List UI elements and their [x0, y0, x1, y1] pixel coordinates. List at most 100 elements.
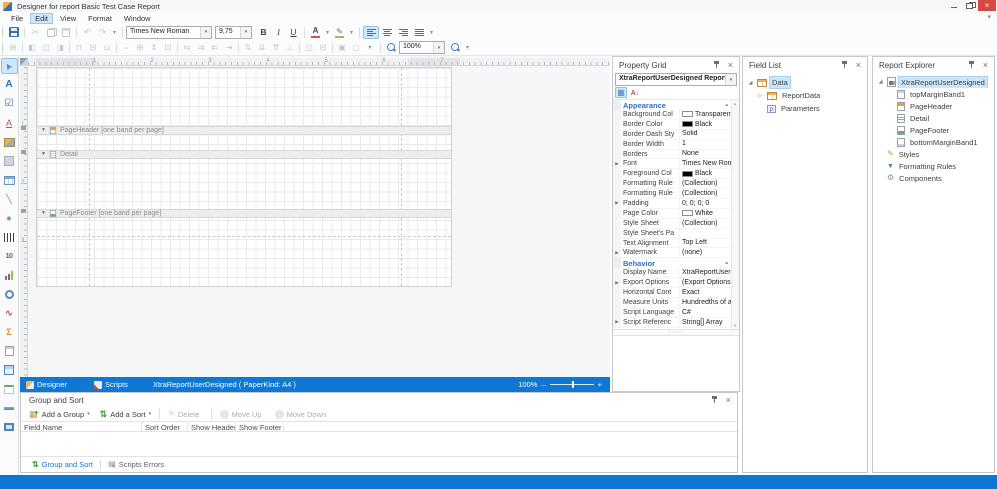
property-row[interactable]: Page Color White	[613, 209, 731, 219]
twisty-icon[interactable]: ◢	[747, 80, 754, 86]
property-value[interactable]: String[] Array	[679, 318, 731, 327]
property-value[interactable]: Solid	[679, 130, 731, 139]
close-icon[interactable]	[728, 61, 733, 70]
expand-icon[interactable]: ▶	[615, 161, 618, 167]
page-break-tool[interactable]	[1, 381, 18, 397]
toolbar-separator[interactable]	[211, 409, 212, 419]
align-centers[interactable]	[39, 41, 53, 54]
tree-item[interactable]: ▷ ReportData	[743, 89, 867, 102]
label-tool[interactable]	[1, 77, 18, 93]
separator[interactable]	[116, 42, 117, 53]
collapse-band-icon[interactable]: ▼	[41, 128, 46, 133]
property-row[interactable]: Script Language C#	[613, 308, 731, 318]
menu-item[interactable]: View	[55, 13, 81, 24]
tree-item[interactable]: Styles	[873, 148, 994, 160]
tree-item[interactable]: ◢ XtraReportUserDesigned	[873, 76, 994, 88]
zoom-minus-button[interactable]: –	[541, 380, 545, 389]
toolbar-grip[interactable]	[2, 42, 3, 54]
property-value[interactable]: (Collection)	[679, 189, 731, 198]
zoom-combo-dropdown[interactable]	[433, 42, 444, 53]
bar-separator[interactable]	[73, 377, 88, 392]
property-value[interactable]: (none)	[679, 248, 731, 257]
align-to-grid[interactable]	[6, 41, 20, 54]
undo-redo-dropdown[interactable]	[110, 25, 119, 39]
column-header[interactable]: Show Footer	[236, 422, 284, 431]
separator[interactable]	[22, 42, 23, 53]
property-row[interactable]: Border Color Black	[613, 120, 731, 130]
v-spacing-increase[interactable]	[255, 41, 269, 54]
property-row[interactable]: Border Width 1	[613, 140, 731, 150]
property-value[interactable]: C#	[679, 308, 731, 317]
pin-icon[interactable]	[841, 61, 848, 69]
separator[interactable]	[177, 42, 178, 53]
restore-button[interactable]	[962, 0, 978, 11]
align-bottoms[interactable]	[100, 41, 114, 54]
toolbar-separator[interactable]	[159, 409, 160, 419]
tab-group-and-sort[interactable]: Group and Sort	[27, 460, 98, 469]
detail-band-header[interactable]: ▼ Detail	[37, 150, 451, 159]
separator[interactable]	[332, 42, 333, 53]
horizontal-ruler[interactable]: 1234567	[28, 58, 610, 66]
delete-button[interactable]: Delete	[164, 408, 206, 420]
expand-icon[interactable]: ▶	[615, 280, 618, 286]
align-right-button[interactable]	[395, 26, 411, 39]
cross-band-box-tool[interactable]	[1, 419, 18, 435]
h-spacing-remove[interactable]	[222, 41, 236, 54]
font-name-dropdown[interactable]	[200, 27, 211, 38]
collapse-band-icon[interactable]: ▼	[41, 152, 46, 157]
copy-button[interactable]	[43, 25, 58, 39]
zip-code-tool[interactable]	[1, 248, 18, 264]
close-icon[interactable]	[726, 396, 731, 405]
align-left-button[interactable]	[363, 26, 379, 39]
menu-item[interactable]: Edit	[30, 13, 53, 24]
gauge-tool[interactable]	[1, 286, 18, 302]
sparkline-tool[interactable]	[1, 305, 18, 321]
expand-icon[interactable]: ▶	[615, 250, 618, 256]
align-center-button[interactable]	[379, 26, 395, 39]
zoom-in-button[interactable]	[448, 41, 463, 55]
collapse-icon[interactable]	[725, 260, 728, 266]
pageheader-band-header[interactable]: ▼ PageHeader [one band per page]	[37, 126, 451, 135]
twisty-icon[interactable]: ▷	[757, 93, 764, 99]
property-value[interactable]: (Collection)	[679, 179, 731, 188]
tree-item[interactable]: Parameters	[743, 102, 867, 115]
property-value[interactable]: None	[679, 150, 731, 159]
alphabetical-sort-button[interactable]	[629, 87, 641, 98]
zoom-slider[interactable]	[550, 384, 594, 385]
highlight-color-dropdown[interactable]	[347, 25, 356, 39]
selected-object-combo[interactable]: XtraReportUserDesigned Report	[615, 73, 737, 86]
collapse-band-icon[interactable]: ▼	[41, 211, 46, 216]
property-row[interactable]: ▶ Font Times New Roman;...	[613, 159, 731, 169]
property-value[interactable]: Top Left	[679, 239, 731, 248]
column-header[interactable]: Sort Order	[142, 422, 188, 431]
italic-button[interactable]: I	[271, 25, 286, 39]
font-color-button[interactable]: A	[308, 25, 323, 39]
menu-item[interactable]: Window	[119, 13, 156, 24]
property-value[interactable]: Black	[679, 120, 731, 129]
tree-item[interactable]: bottomMarginBand1	[873, 136, 994, 148]
tree-item[interactable]: PageHeader	[873, 100, 994, 112]
center-vertically[interactable]	[316, 41, 330, 54]
pin-icon[interactable]	[713, 61, 720, 69]
align-justify-button[interactable]	[411, 26, 427, 39]
group-sort-empty-list[interactable]	[21, 432, 737, 457]
tree-item[interactable]: Detail	[873, 112, 994, 124]
property-value[interactable]: 1	[679, 140, 731, 149]
tree-item[interactable]: Components	[873, 172, 994, 184]
align-lefts[interactable]	[25, 41, 39, 54]
menu-item[interactable]: File	[6, 13, 28, 24]
pin-icon[interactable]	[711, 396, 718, 404]
menu-overflow-chevron-icon[interactable]	[987, 13, 991, 21]
property-row[interactable]: Formatting Rule (Collection)	[613, 189, 731, 199]
toolbar-grip[interactable]	[2, 26, 3, 38]
expand-icon[interactable]: ▶	[615, 200, 618, 206]
collapse-icon[interactable]	[725, 102, 728, 108]
column-header[interactable]: Show Header	[188, 422, 236, 431]
tree-item[interactable]: ◢ Data	[743, 76, 867, 89]
v-spacing-equal[interactable]	[241, 41, 255, 54]
selected-object-dropdown[interactable]	[725, 74, 736, 85]
paste-button[interactable]	[58, 25, 73, 39]
align-tops[interactable]	[72, 41, 86, 54]
make-same-size[interactable]	[161, 41, 175, 54]
rich-text-tool[interactable]	[1, 115, 18, 131]
